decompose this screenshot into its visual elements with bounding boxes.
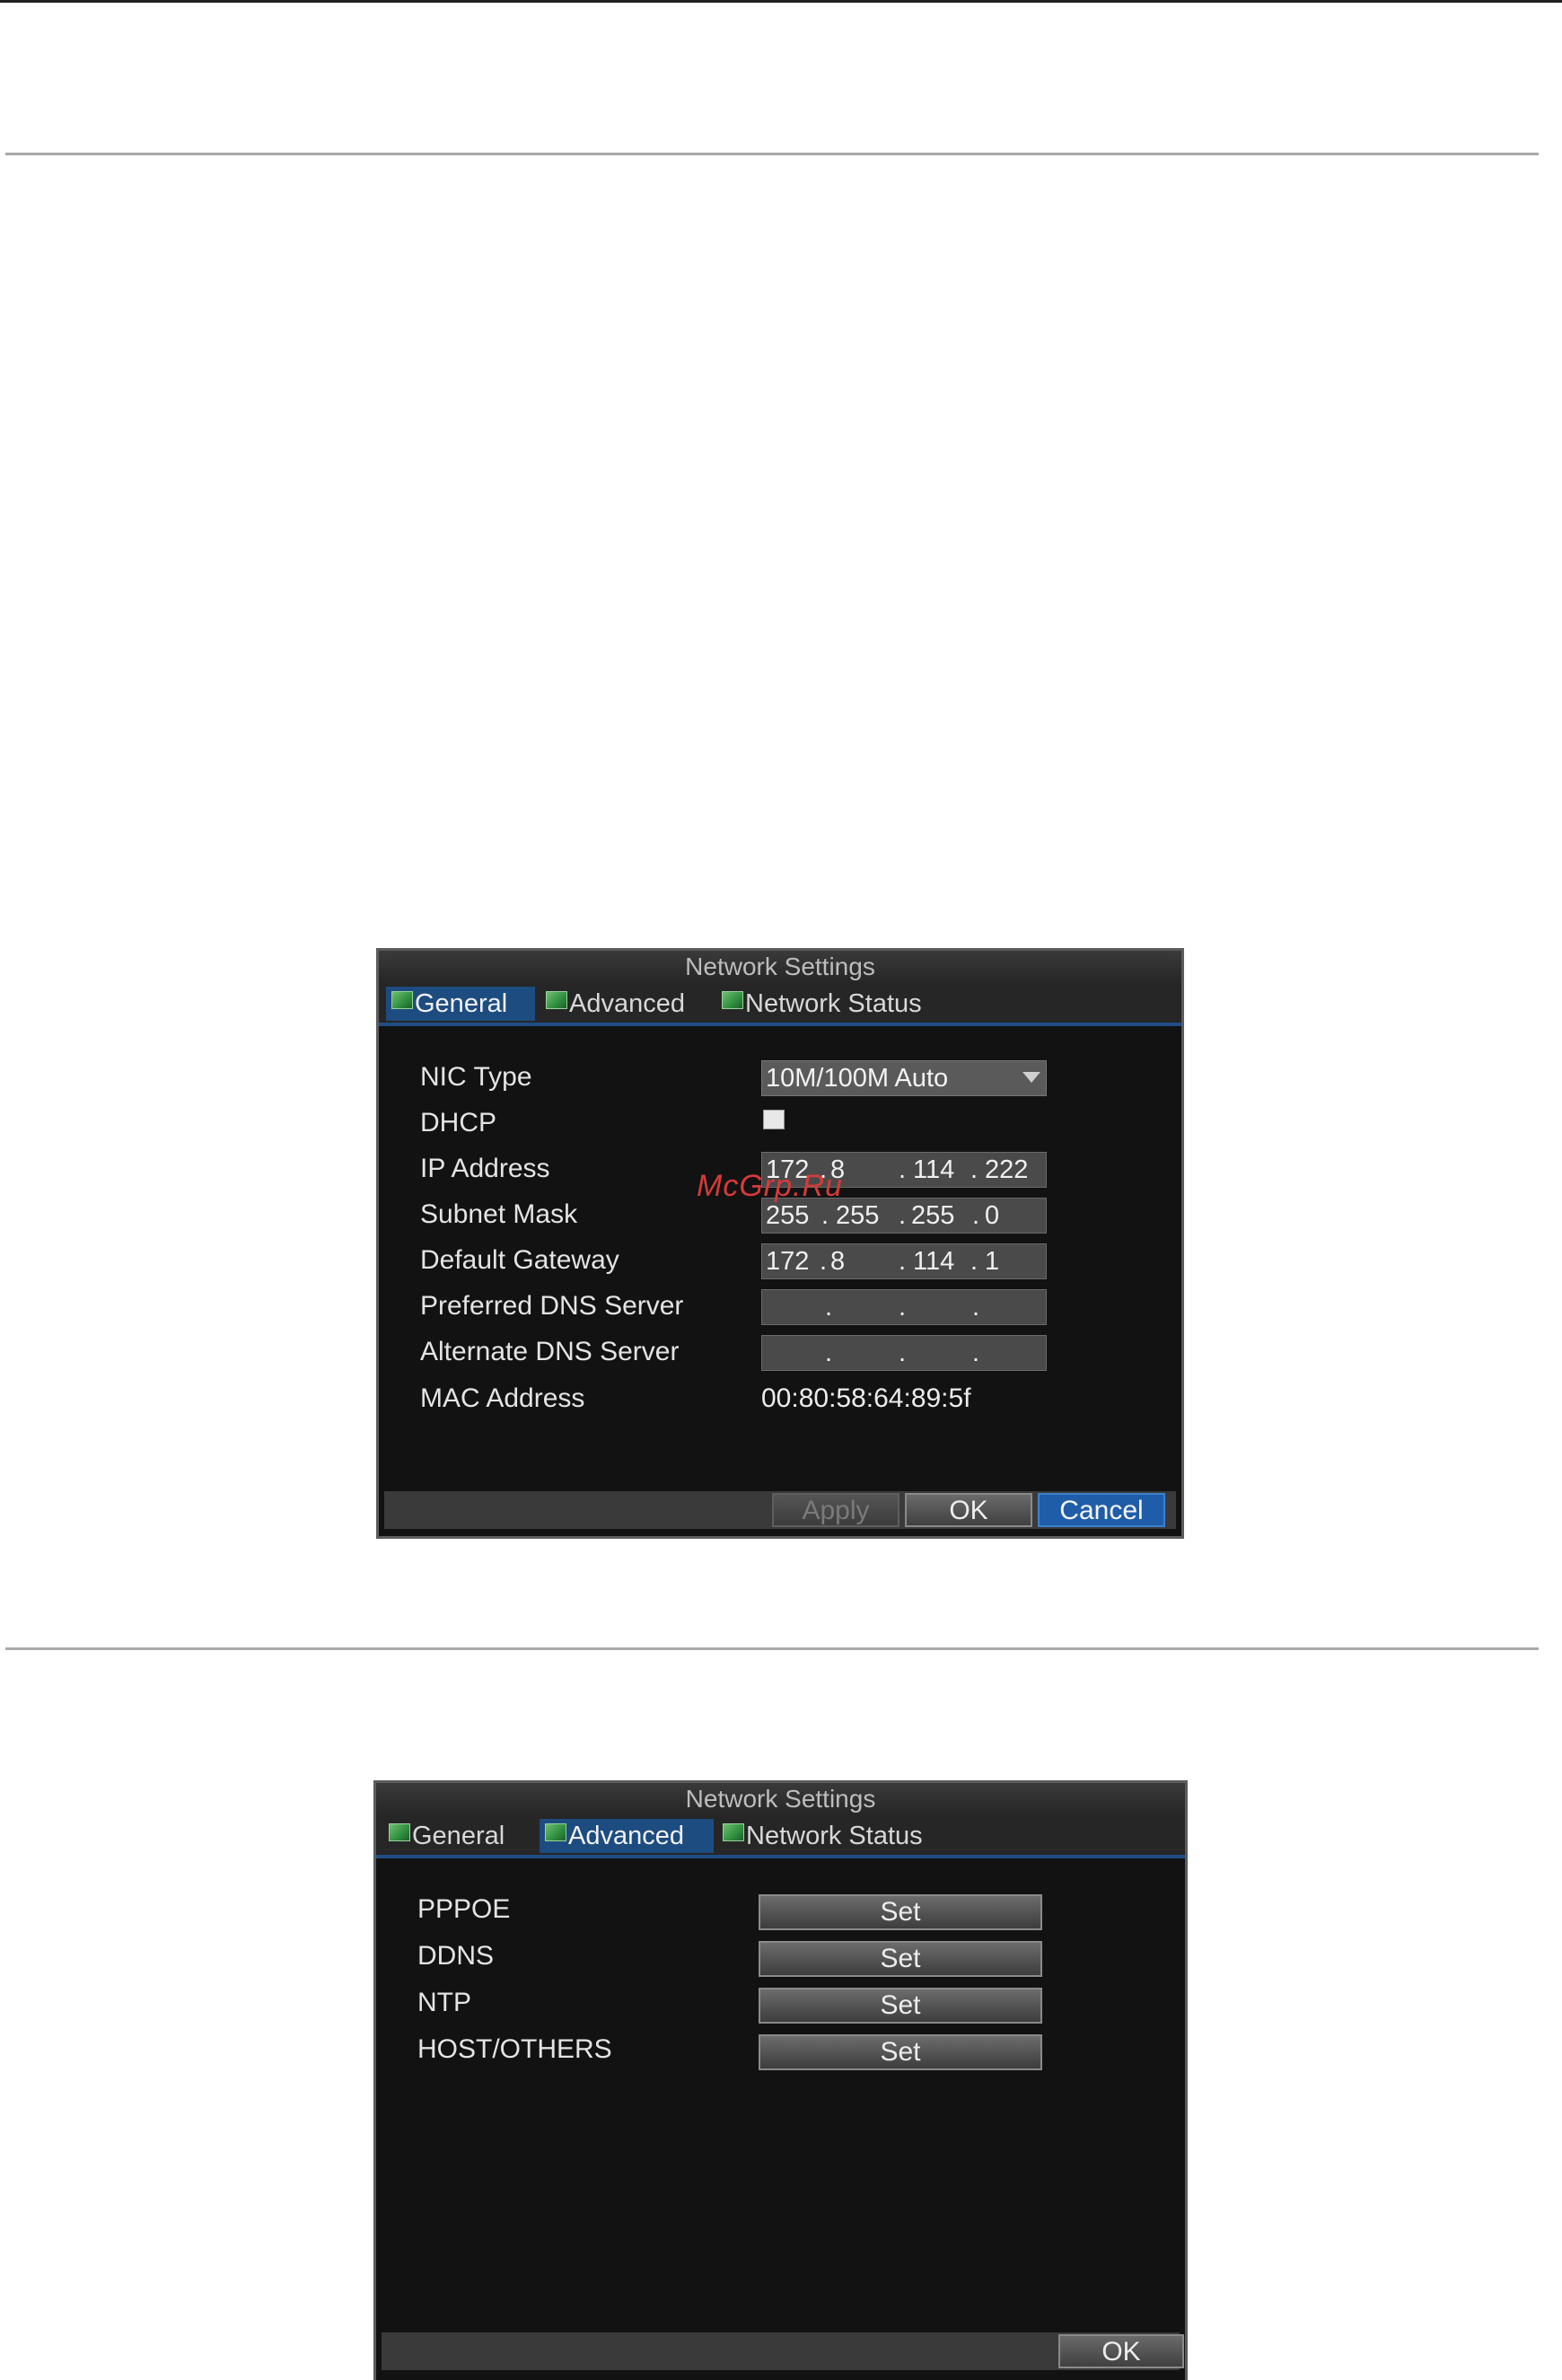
tab-label: Network Status (745, 989, 922, 1018)
default-gateway-field[interactable]: 172 . 8 . 114 . 1 (761, 1243, 1047, 1279)
dhcp-checkbox[interactable] (763, 1110, 785, 1129)
nic-type-label: NIC Type (420, 1062, 532, 1092)
pppoe-set-button[interactable]: Set (759, 1894, 1042, 1930)
ip-octet-3-dot: . (899, 1155, 907, 1184)
chevron-down-icon (1022, 1072, 1040, 1083)
dns1-dot: . (972, 1293, 980, 1322)
apply-button[interactable]: Apply (772, 1493, 899, 1527)
dns1-dot: . (899, 1293, 907, 1322)
subnet-mask-label: Subnet Mask (420, 1199, 578, 1229)
ip-address-label: IP Address (420, 1154, 550, 1183)
dns1-dot: . (825, 1293, 833, 1322)
gw-octet-3: 114 (913, 1247, 955, 1276)
mac-address-value: 00:80:58:64:89:5f (761, 1383, 971, 1413)
section-divider-middle (5, 1647, 1539, 1650)
host-others-label: HOST/OTHERS (417, 2034, 612, 2064)
alternate-dns-field[interactable]: . . . (761, 1335, 1047, 1371)
pppoe-label: PPPOE (417, 1894, 511, 1924)
dns2-dot: . (972, 1339, 980, 1367)
mask-octet-4: 0 (985, 1201, 1000, 1230)
preferred-dns-field[interactable]: . . . (761, 1289, 1047, 1325)
tab-general[interactable]: General (386, 987, 535, 1021)
gw-dot: . (820, 1247, 828, 1276)
nic-type-select[interactable]: 10M/100M Auto (761, 1060, 1047, 1096)
ddns-label: DDNS (417, 1941, 495, 1971)
cancel-button[interactable]: Cancel (1038, 1493, 1165, 1527)
tab-label: Network Status (746, 1822, 923, 1850)
tab-image-icon (545, 1823, 566, 1841)
gw-octet-2: 8 (830, 1247, 846, 1276)
mask-octet-3: 255 (911, 1201, 955, 1230)
ok-button[interactable]: OK (905, 1493, 1032, 1527)
nic-type-value: 10M/100M Auto (766, 1064, 949, 1093)
tab-image-icon (391, 991, 413, 1009)
ntp-set-button[interactable]: Set (759, 1988, 1042, 2024)
dhcp-label: DHCP (420, 1108, 497, 1137)
gw-dot: . (970, 1247, 978, 1276)
tab-image-icon (546, 991, 567, 1009)
dns2-dot: . (899, 1339, 907, 1367)
ddns-set-button[interactable]: Set (759, 1941, 1042, 1977)
gw-dot: . (899, 1247, 907, 1276)
mask-dot: . (972, 1201, 980, 1230)
tab-label: Advanced (569, 989, 685, 1018)
tab-network-status[interactable]: Network Status (716, 987, 959, 1021)
dialog-title: Network Settings (379, 951, 1181, 983)
dialog-footer: OK (382, 2332, 1184, 2370)
ip-octet-3: 114 (913, 1155, 955, 1184)
network-settings-dialog-general: Network Settings General Advanced Networ… (376, 948, 1184, 1539)
section-divider-top (5, 153, 1539, 155)
host-others-set-button[interactable]: Set (759, 2034, 1042, 2070)
tab-label: General (412, 1822, 505, 1850)
mask-dot: . (899, 1201, 907, 1230)
preferred-dns-label: Preferred DNS Server (420, 1291, 684, 1321)
alternate-dns-label: Alternate DNS Server (420, 1337, 680, 1366)
dns2-dot: . (825, 1339, 833, 1367)
tab-general[interactable]: General (383, 1819, 534, 1853)
gw-octet-4: 1 (985, 1247, 1000, 1276)
watermark: McGrp.Ru (697, 1169, 843, 1203)
tab-image-icon (722, 991, 743, 1009)
ip-octet-4: 222 (985, 1155, 1029, 1184)
tab-image-icon (389, 1823, 410, 1841)
tab-bar: General Advanced Network Status (376, 1815, 1185, 1858)
tab-advanced[interactable]: Advanced (540, 987, 713, 1021)
dialog-title: Network Settings (376, 1783, 1185, 1815)
tab-network-status[interactable]: Network Status (717, 1819, 965, 1853)
ok-button[interactable]: OK (1058, 2334, 1184, 2368)
default-gateway-label: Default Gateway (420, 1245, 619, 1275)
ntp-label: NTP (417, 1988, 471, 2017)
gw-octet-1: 172 (766, 1247, 810, 1276)
page-top-border (0, 0, 1562, 3)
tab-label: Advanced (568, 1822, 684, 1850)
tab-label: General (415, 989, 508, 1018)
tab-bar: General Advanced Network Status (379, 983, 1181, 1026)
network-settings-dialog-advanced: Network Settings General Advanced Networ… (373, 1780, 1188, 2380)
mac-address-label: MAC Address (420, 1383, 585, 1413)
dialog-footer: Apply OK Cancel (384, 1491, 1176, 1529)
tab-image-icon (723, 1823, 744, 1841)
ip-octet-4-dot: . (970, 1155, 978, 1184)
tab-advanced[interactable]: Advanced (540, 1819, 714, 1853)
